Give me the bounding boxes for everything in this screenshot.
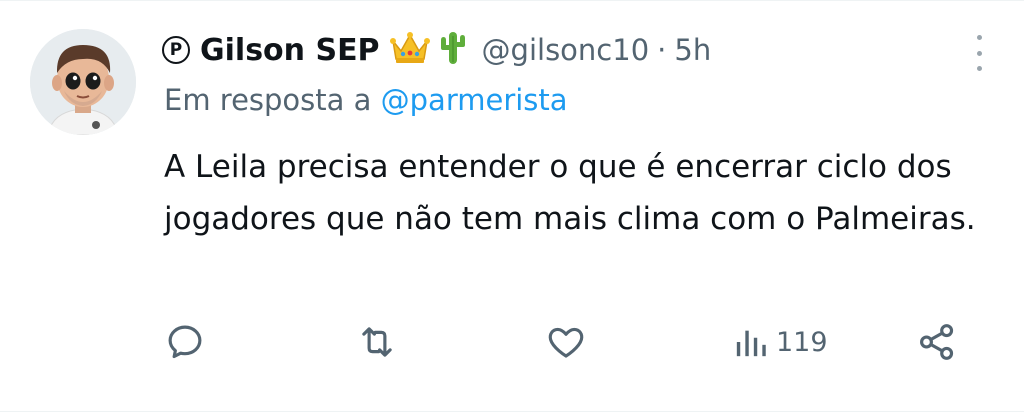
retweet-icon bbox=[362, 327, 392, 357]
timestamp[interactable]: 5h bbox=[674, 33, 711, 67]
display-name[interactable]: Gilson SEP bbox=[200, 33, 380, 68]
reply-mention-link[interactable]: @parmerista bbox=[381, 83, 568, 117]
heart-icon bbox=[548, 327, 584, 358]
share-icon bbox=[920, 324, 954, 360]
reply-context: Em resposta a @parmerista bbox=[164, 83, 568, 117]
views-icon bbox=[736, 330, 766, 357]
action-bar: 119 bbox=[164, 319, 964, 365]
reply-button[interactable] bbox=[164, 319, 206, 365]
separator-dot: · bbox=[657, 33, 667, 67]
reply-prefix: Em resposta a bbox=[164, 83, 372, 117]
views-button[interactable]: 119 bbox=[734, 319, 828, 365]
retweet-button[interactable] bbox=[356, 319, 398, 365]
palmeiras-badge-icon: P bbox=[162, 36, 190, 64]
like-button[interactable] bbox=[544, 319, 588, 365]
share-button[interactable] bbox=[916, 319, 958, 365]
views-count: 119 bbox=[776, 326, 828, 358]
comment-icon bbox=[168, 325, 202, 359]
avatar-image bbox=[30, 29, 136, 135]
tweet-card[interactable]: P Gilson SEP @gilsonc10 · 5h Em resposta… bbox=[0, 0, 1024, 412]
tweet-header: P Gilson SEP @gilsonc10 · 5h bbox=[162, 25, 711, 75]
tweet-text: A Leila precisa entender o que é encerra… bbox=[164, 149, 976, 237]
more-options-icon[interactable] bbox=[974, 35, 984, 71]
user-handle[interactable]: @gilsonc10 bbox=[482, 33, 650, 67]
crown-icon bbox=[389, 31, 430, 69]
cactus-icon bbox=[438, 30, 468, 70]
avatar[interactable] bbox=[30, 29, 136, 135]
